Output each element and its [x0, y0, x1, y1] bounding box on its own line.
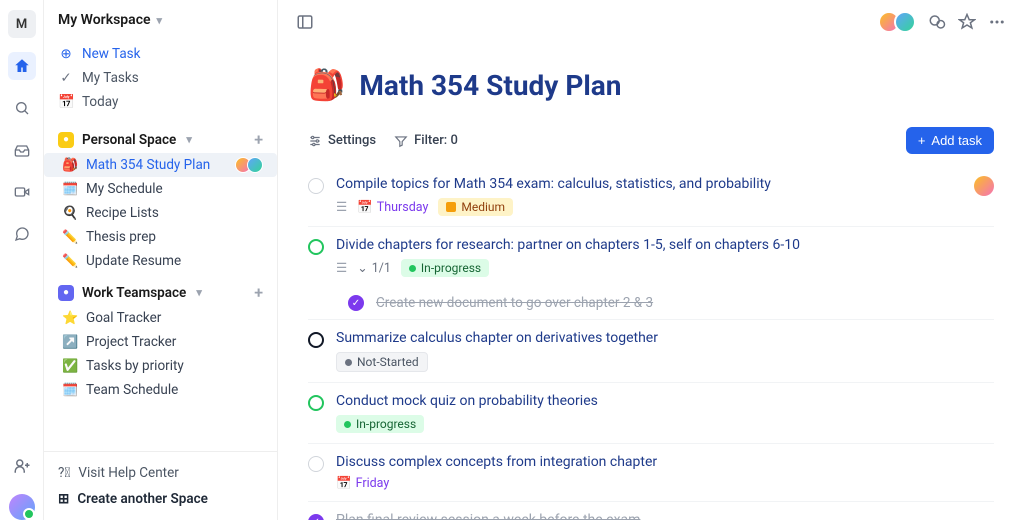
plus-icon: +: [918, 133, 926, 148]
task-row: Divide chapters for research: partner on…: [308, 226, 994, 287]
assignee-avatar[interactable]: [974, 176, 994, 196]
topbar: [278, 0, 1024, 44]
sidebar: My Workspace ▾ ⊕New Task ✓My Tasks 📅Toda…: [44, 0, 278, 520]
task-status-circle[interactable]: [308, 332, 324, 348]
page-emoji: 🎒: [308, 68, 345, 103]
task-meta: ☰ 📅Thursday Medium: [336, 198, 962, 216]
task-status-circle[interactable]: [308, 178, 324, 194]
plus-circle-icon: ⊕: [58, 46, 74, 62]
space-badge-icon: ●: [58, 132, 74, 148]
sidebar-item[interactable]: 🗓️Team Schedule: [44, 378, 277, 402]
task-meta: 📅Friday: [336, 476, 994, 491]
page-title[interactable]: 🎒 Math 354 Study Plan: [308, 56, 994, 103]
quicklinks: ⊕New Task ✓My Tasks 📅Today: [44, 36, 277, 120]
task-title[interactable]: Create new document to go over chapter 2…: [376, 295, 653, 311]
task-meta: ☰ ⌄1/1 In-progress: [336, 259, 994, 277]
group-work[interactable]: ● Work Teamspace ▾ +: [44, 273, 277, 306]
plus-square-icon: ⊞: [58, 491, 69, 507]
task-row: Compile topics for Math 354 exam: calcul…: [308, 166, 994, 226]
chat-icon[interactable]: [8, 220, 36, 248]
task-title[interactable]: Compile topics for Math 354 exam: calcul…: [336, 176, 962, 192]
add-item-icon[interactable]: +: [254, 130, 263, 149]
help-icon: ?⃝: [58, 465, 70, 481]
chevron-down-icon: ▾: [196, 286, 202, 299]
task-status-circle[interactable]: [308, 456, 324, 472]
chevron-down-icon: ▾: [186, 133, 192, 146]
task-status-circle[interactable]: ✓: [308, 514, 324, 520]
video-icon[interactable]: [8, 178, 36, 206]
sidebar-item[interactable]: ⭐Goal Tracker: [44, 306, 277, 330]
my-tasks-link[interactable]: ✓My Tasks: [44, 66, 277, 90]
task-row: ✓ Plan final review session a week before…: [308, 501, 994, 520]
task-status-circle[interactable]: [308, 395, 324, 411]
sidebar-item[interactable]: ✏️Thesis prep: [44, 225, 277, 249]
sidebar-item[interactable]: 🍳Recipe Lists: [44, 201, 277, 225]
sidebar-item[interactable]: ✅Tasks by priority: [44, 354, 277, 378]
task-title[interactable]: Plan final review session a week before …: [336, 512, 994, 520]
settings-button[interactable]: Settings: [308, 133, 376, 148]
new-task-link[interactable]: ⊕New Task: [44, 42, 277, 66]
add-task-button[interactable]: +Add task: [906, 127, 994, 154]
user-avatar[interactable]: [9, 494, 35, 520]
task-status-circle[interactable]: ✓: [348, 295, 364, 311]
nav-rail: M: [0, 0, 44, 520]
task-row: Conduct mock quiz on probability theorie…: [308, 382, 994, 443]
main: 🎒 Math 354 Study Plan Settings Filter: 0…: [278, 0, 1024, 520]
home-icon[interactable]: [8, 52, 36, 80]
add-item-icon[interactable]: +: [254, 283, 263, 302]
search-icon[interactable]: [8, 94, 36, 122]
create-space-link[interactable]: ⊞Create another Space: [44, 486, 277, 512]
sidebar-item[interactable]: 🗓️My Schedule: [44, 177, 277, 201]
subtask-row: ✓ Create new document to go over chapter …: [308, 287, 994, 319]
more-icon[interactable]: [988, 13, 1006, 31]
sidebar-item[interactable]: ✏️Update Resume: [44, 249, 277, 273]
view-toolbar: Settings Filter: 0 +Add task: [308, 127, 994, 154]
group-personal[interactable]: ● Personal Space ▾ +: [44, 120, 277, 153]
content: 🎒 Math 354 Study Plan Settings Filter: 0…: [278, 44, 1024, 520]
team-icon[interactable]: [8, 452, 36, 480]
description-icon: ☰: [336, 260, 347, 276]
workspace-switcher[interactable]: My Workspace ▾: [44, 0, 277, 36]
item-avatars: [239, 157, 263, 173]
chevron-down-icon: ▾: [157, 14, 163, 27]
workspace-name: My Workspace: [58, 12, 151, 28]
collapse-sidebar-icon[interactable]: [296, 13, 314, 31]
status-pill[interactable]: In-progress: [401, 259, 489, 277]
task-meta: Not-Started: [336, 352, 994, 372]
calendar-icon: 📅: [58, 94, 74, 110]
task-title[interactable]: Discuss complex concepts from integratio…: [336, 454, 994, 470]
star-icon[interactable]: [958, 13, 976, 31]
workspace-initial[interactable]: M: [8, 10, 36, 38]
description-icon: ☰: [336, 199, 347, 215]
task-meta: In-progress: [336, 415, 994, 433]
sidebar-footer: ?⃝Visit Help Center ⊞Create another Spac…: [44, 451, 277, 520]
check-circle-icon: ✓: [58, 70, 74, 86]
status-pill[interactable]: In-progress: [336, 415, 424, 433]
space-badge-icon: ●: [58, 285, 74, 301]
task-title[interactable]: Divide chapters for research: partner on…: [336, 237, 994, 253]
filter-icon: [394, 134, 408, 148]
inbox-icon[interactable]: [8, 136, 36, 164]
priority-pill[interactable]: Medium: [438, 198, 513, 216]
sidebar-item-math-plan[interactable]: 🎒Math 354 Study Plan: [44, 153, 277, 177]
task-date[interactable]: 📅Thursday: [357, 200, 428, 215]
sliders-icon: [308, 134, 322, 148]
task-status-circle[interactable]: [308, 239, 324, 255]
task-row: Summarize calculus chapter on derivative…: [308, 319, 994, 382]
task-date[interactable]: 📅Friday: [336, 476, 389, 491]
comments-icon[interactable]: [928, 13, 946, 31]
item-emoji: 🎒: [62, 158, 78, 173]
filter-button[interactable]: Filter: 0: [394, 133, 458, 148]
task-list: Compile topics for Math 354 exam: calcul…: [308, 166, 994, 520]
task-title[interactable]: Summarize calculus chapter on derivative…: [336, 330, 994, 346]
status-pill[interactable]: Not-Started: [336, 352, 428, 372]
page-collaborators[interactable]: [884, 11, 916, 33]
task-row: Discuss complex concepts from integratio…: [308, 443, 994, 501]
sidebar-item[interactable]: ↗️Project Tracker: [44, 330, 277, 354]
task-title[interactable]: Conduct mock quiz on probability theorie…: [336, 393, 994, 409]
subtask-count[interactable]: ⌄1/1: [357, 260, 391, 276]
today-link[interactable]: 📅Today: [44, 90, 277, 114]
help-link[interactable]: ?⃝Visit Help Center: [44, 460, 277, 486]
